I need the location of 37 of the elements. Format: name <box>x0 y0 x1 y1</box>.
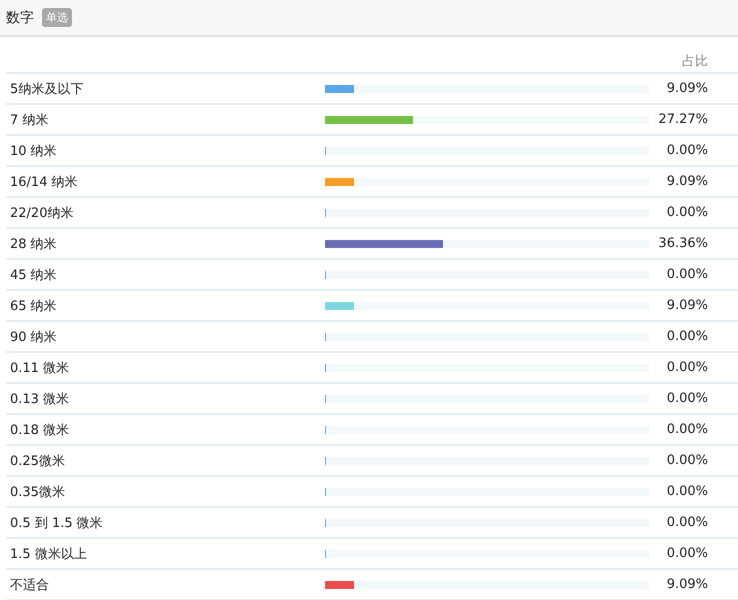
option-label: 45 纳米 <box>9 266 58 284</box>
option-label: 0.13 微米 <box>9 390 70 408</box>
percentage: 0.00% <box>666 515 708 530</box>
percentage: 0.00% <box>666 143 708 158</box>
option-label: 0.11 微米 <box>9 360 70 376</box>
option-label: 65 纳米 <box>9 298 58 314</box>
option-label: 不适合 <box>9 576 50 594</box>
percentage: 9.09% <box>666 577 708 592</box>
option-label: 1.5 微米以上 <box>9 546 88 562</box>
option-label: 16/14 纳米 <box>9 174 79 190</box>
percentage: 0.00% <box>666 205 708 220</box>
percentage: 0.00% <box>666 453 708 468</box>
option-label: 0.35微米 <box>9 484 66 500</box>
percentage: 0.00% <box>666 360 708 375</box>
percentage: 0.00% <box>666 484 708 499</box>
option-label: 7 纳米 <box>9 112 50 128</box>
percentage: 9.09% <box>666 298 708 313</box>
percentage: 9.09% <box>666 81 708 96</box>
percentage: 0.00% <box>666 546 708 561</box>
option-label: 10 纳米 <box>9 142 58 160</box>
percentage: 27.27% <box>657 112 708 127</box>
option-label: 5纳米及以下 <box>9 80 84 98</box>
column-header: 占比 <box>682 52 708 70</box>
question-title: 数字 <box>6 8 34 26</box>
option-label: 90 纳米 <box>9 328 58 346</box>
option-label: 0.5 到 1.5 微米 <box>9 514 104 532</box>
percentage: 9.09% <box>666 174 708 189</box>
option-label: 0.25微米 <box>9 452 66 470</box>
option-label: 0.18 微米 <box>9 422 70 438</box>
percentage: 36.36% <box>657 236 708 251</box>
option-label: 28 纳米 <box>9 236 58 252</box>
percentage: 0.00% <box>666 267 708 282</box>
single-choice-tag: 单选 <box>42 8 72 27</box>
option-label: 22/20纳米 <box>9 204 74 222</box>
percentage: 0.00% <box>666 329 708 344</box>
percentage: 0.00% <box>666 391 708 406</box>
percentage: 0.00% <box>666 422 708 437</box>
